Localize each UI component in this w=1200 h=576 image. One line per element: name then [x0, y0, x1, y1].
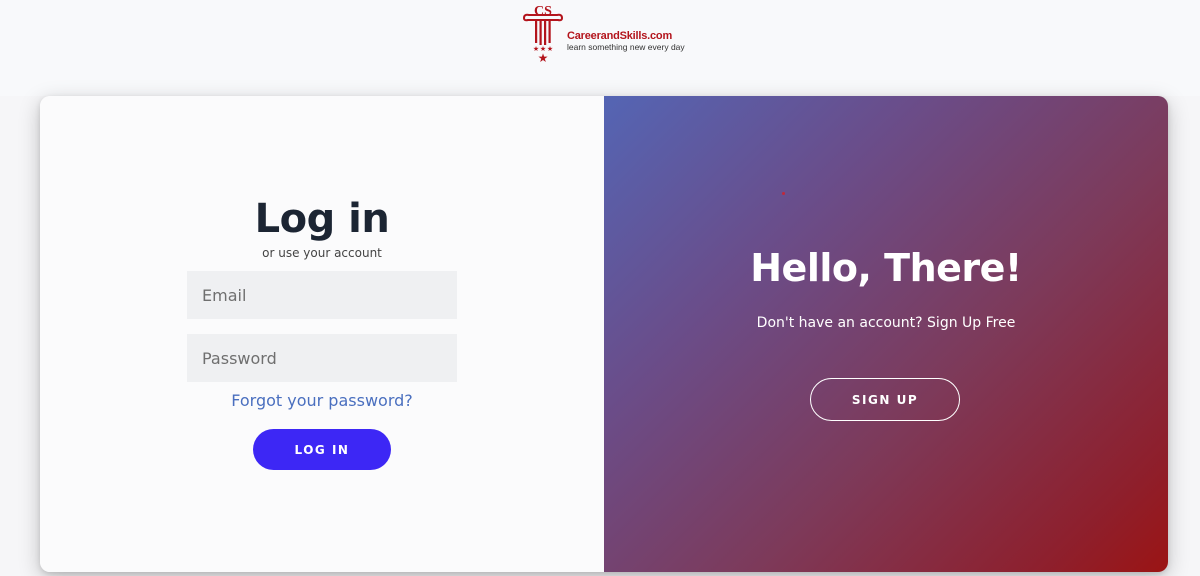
signup-text: Don't have an account? Sign Up Free [756, 315, 1016, 331]
logo-name: CareerandSkills.com [567, 30, 673, 42]
decorative-dot [782, 192, 785, 195]
auth-card: Log in or use your account Forgot your p… [40, 96, 1168, 572]
logo-pillar-icon: CS ★ ★ ★ ★ [522, 4, 564, 64]
svg-text:★: ★ [538, 51, 549, 64]
logo-tagline: learn something new every day [567, 42, 685, 52]
login-button[interactable]: LOG IN [253, 429, 391, 470]
forgot-password-link[interactable]: Forgot your password? [40, 391, 604, 410]
site-logo[interactable]: CS ★ ★ ★ ★ CareerandSkills.com learn som… [520, 2, 700, 64]
logo-mark-text: CS [534, 4, 552, 19]
login-title: Log in [254, 196, 390, 242]
password-input[interactable] [187, 334, 457, 382]
signup-heading: Hello, There! [750, 246, 1022, 290]
signup-panel: Hello, There! Don't have an account? Sig… [604, 96, 1168, 572]
login-panel: Log in or use your account Forgot your p… [40, 96, 604, 572]
top-header: CS ★ ★ ★ ★ CareerandSkills.com learn som… [0, 0, 1200, 96]
signup-button[interactable]: SIGN UP [810, 378, 960, 421]
login-subtitle: or use your account [262, 246, 382, 260]
email-input[interactable] [187, 271, 457, 319]
